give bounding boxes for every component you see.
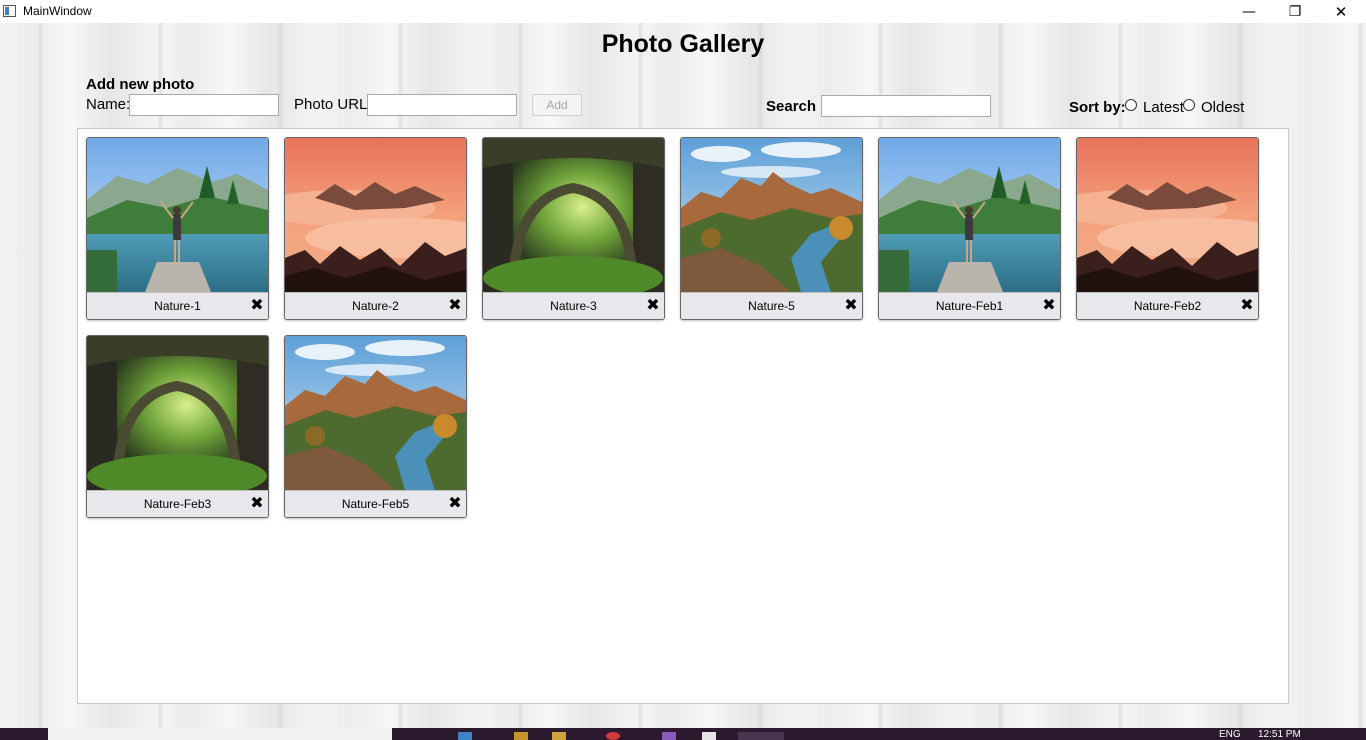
photo-forest-tunnel: [87, 336, 268, 490]
add-photo-heading: Add new photo: [86, 76, 195, 93]
sort-oldest-label[interactable]: Oldest: [1201, 99, 1244, 116]
photo-name: Nature-Feb1: [879, 292, 1060, 319]
delete-icon[interactable]: ✖: [1041, 296, 1057, 314]
photo-forest-tunnel: [483, 138, 664, 292]
delete-icon[interactable]: ✖: [249, 296, 265, 314]
app-icon: [3, 5, 16, 17]
taskbar: ENG 12:51 PM: [0, 728, 1366, 740]
window-title: MainWindow: [23, 4, 92, 18]
photo-name: Nature-1: [87, 292, 268, 319]
photo-card[interactable]: Nature-2 ✖: [284, 137, 467, 320]
page-title: Photo Gallery: [601, 30, 765, 58]
name-label: Name:: [86, 96, 131, 113]
name-input[interactable]: [129, 94, 279, 116]
photo-card[interactable]: Nature-1 ✖: [86, 137, 269, 320]
photo-name: Nature-Feb3: [87, 490, 268, 517]
taskbar-app-icon[interactable]: [552, 732, 566, 740]
title-bar: MainWindow — ❐ ✕: [0, 0, 1366, 23]
sort-by-label: Sort by:: [1069, 99, 1126, 116]
delete-icon[interactable]: ✖: [447, 494, 463, 512]
language-indicator[interactable]: ENG: [1219, 730, 1241, 740]
photo-name: Nature-Feb2: [1077, 292, 1258, 319]
photo-url-input[interactable]: [367, 94, 517, 116]
taskbar-app-icon[interactable]: [702, 732, 716, 740]
sort-latest-label[interactable]: Latest: [1143, 99, 1184, 116]
taskbar-search-box[interactable]: [48, 728, 392, 740]
close-window-button[interactable]: ✕: [1318, 0, 1364, 23]
photo-card[interactable]: Nature-5 ✖: [680, 137, 863, 320]
minimize-button[interactable]: —: [1226, 0, 1272, 23]
photo-card[interactable]: Nature-Feb1 ✖: [878, 137, 1061, 320]
delete-icon[interactable]: ✖: [249, 494, 265, 512]
taskbar-active-app[interactable]: [738, 732, 784, 740]
photo-lake-dock: [87, 138, 268, 292]
photo-canyon-river: [285, 336, 466, 490]
clock[interactable]: 12:51 PM: [1258, 730, 1301, 740]
photo-name: Nature-5: [681, 292, 862, 319]
photo-canyon-river: [681, 138, 862, 292]
photo-name: Nature-3: [483, 292, 664, 319]
photo-url-label: Photo URL:: [294, 96, 372, 113]
sort-oldest-radio[interactable]: [1183, 99, 1195, 111]
taskbar-app-icon[interactable]: [514, 732, 528, 740]
photo-card[interactable]: Nature-Feb5 ✖: [284, 335, 467, 518]
photo-gallery-panel: Nature-1 ✖ Nature-2 ✖ Nature-3 ✖ Nature-…: [77, 128, 1289, 704]
photo-lake-dock: [879, 138, 1060, 292]
photo-orange-mist: [285, 138, 466, 292]
delete-icon[interactable]: ✖: [843, 296, 859, 314]
delete-icon[interactable]: ✖: [645, 296, 661, 314]
taskbar-app-icon[interactable]: [662, 732, 676, 740]
restore-button[interactable]: ❐: [1272, 0, 1318, 23]
photo-card[interactable]: Nature-3 ✖: [482, 137, 665, 320]
delete-icon[interactable]: ✖: [447, 296, 463, 314]
taskbar-app-icon[interactable]: [458, 732, 472, 740]
taskbar-app-icon[interactable]: [606, 732, 620, 740]
photo-card[interactable]: Nature-Feb2 ✖: [1076, 137, 1259, 320]
add-photo-button[interactable]: Add: [532, 94, 582, 116]
photo-name: Nature-2: [285, 292, 466, 319]
sort-latest-radio[interactable]: [1125, 99, 1137, 111]
photo-card[interactable]: Nature-Feb3 ✖: [86, 335, 269, 518]
photo-name: Nature-Feb5: [285, 490, 466, 517]
search-input[interactable]: [821, 95, 991, 117]
photo-orange-mist: [1077, 138, 1258, 292]
search-label: Search :: [766, 98, 826, 115]
delete-icon[interactable]: ✖: [1239, 296, 1255, 314]
